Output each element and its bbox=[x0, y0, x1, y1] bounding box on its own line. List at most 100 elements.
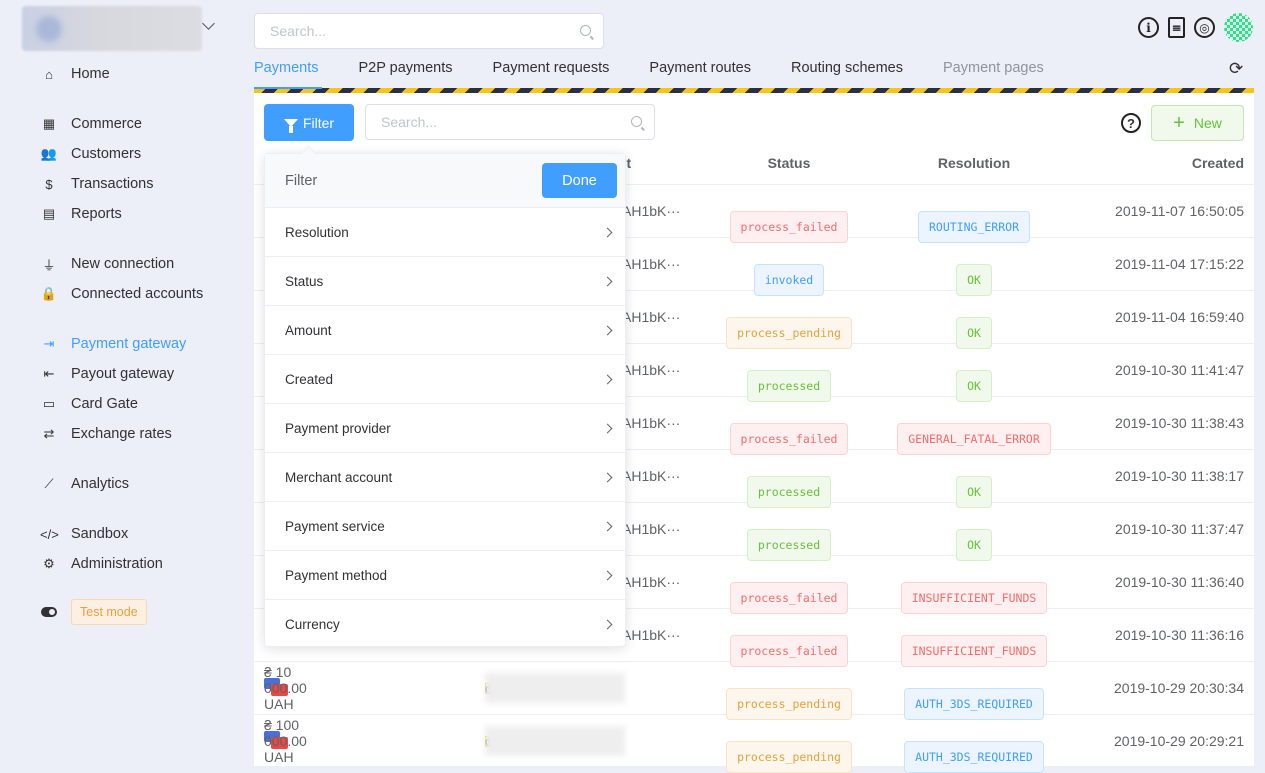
header-created: Created bbox=[1191, 155, 1244, 171]
plug-icon: ⏚ bbox=[42, 257, 56, 273]
filter-option-resolution[interactable]: Resolution bbox=[265, 208, 625, 257]
sidebar: ⌂ Home ▦ Commerce 👥 Customers $ Transactions ▤ Re… bbox=[0, 0, 240, 766]
chart-line-icon: ⟋ bbox=[44, 476, 54, 491]
done-button[interactable]: Done bbox=[542, 163, 617, 198]
account: AH1bK··· bbox=[622, 415, 681, 431]
account: AH1bK··· bbox=[622, 256, 681, 272]
search-icon bbox=[631, 116, 642, 127]
sidebar-item-exchange-rates[interactable]: ⇄ Exchange rates bbox=[40, 423, 172, 445]
new-button[interactable]: + New bbox=[1151, 105, 1244, 141]
filter-option-status[interactable]: Status bbox=[265, 257, 625, 306]
header-resolution: Resolution bbox=[937, 155, 1011, 171]
account-switcher[interactable] bbox=[22, 6, 202, 51]
sidebar-item-home[interactable]: ⌂ Home bbox=[40, 63, 110, 85]
dollar-icon: $ bbox=[45, 176, 53, 192]
info-icon[interactable]: i bbox=[1138, 17, 1159, 38]
sidebar-item-administration[interactable]: ⚙ Administration bbox=[40, 553, 163, 575]
created-date: 2019-11-04 16:59:40 bbox=[1115, 309, 1244, 325]
filter-option-payment-provider[interactable]: Payment provider bbox=[265, 404, 625, 453]
test-mode-toggle[interactable] bbox=[41, 607, 57, 617]
global-search-input[interactable]: Search... bbox=[254, 13, 604, 49]
status-badge: process_pending bbox=[726, 741, 852, 773]
created-date: 2019-10-30 11:36:16 bbox=[1115, 627, 1244, 643]
sidebar-item-commerce[interactable]: ▦ Commerce bbox=[40, 113, 142, 135]
redacted-text bbox=[485, 726, 625, 756]
plus-icon: + bbox=[1173, 111, 1185, 134]
account: AH1bK··· bbox=[622, 627, 681, 643]
search-icon bbox=[580, 25, 591, 36]
lifebuoy-icon[interactable]: ◎ bbox=[1194, 17, 1215, 38]
sidebar-item-analytics[interactable]: ⟋ Analytics bbox=[40, 473, 129, 495]
chevron-right-icon bbox=[602, 521, 613, 531]
filter-option-amount[interactable]: Amount bbox=[265, 306, 625, 355]
book-icon[interactable]: ≡ bbox=[1168, 17, 1185, 38]
users-icon: 👥 bbox=[40, 146, 58, 161]
amount: ₴ 100 000.00 UAH bbox=[264, 717, 307, 765]
sidebar-item-card-gate[interactable]: ▭ Card Gate bbox=[40, 393, 138, 415]
account: AH1bK··· bbox=[622, 521, 681, 537]
avatar[interactable] bbox=[1224, 13, 1253, 42]
tab-payment-requests[interactable]: Payment requests bbox=[493, 60, 610, 82]
refresh-icon[interactable]: ⟳ bbox=[1229, 59, 1243, 79]
tab-p2p-payments[interactable]: P2P payments bbox=[358, 60, 452, 82]
filter-title: Filter bbox=[285, 172, 318, 189]
chevron-down-icon[interactable] bbox=[202, 17, 215, 30]
account: AH1bK··· bbox=[622, 203, 681, 219]
sidebar-item-transactions[interactable]: $ Transactions bbox=[40, 173, 153, 195]
filter-option-merchant-account[interactable]: Merchant account bbox=[265, 453, 625, 502]
account: AH1bK··· bbox=[622, 362, 681, 378]
filter-option-payment-method[interactable]: Payment method bbox=[265, 551, 625, 600]
chevron-right-icon bbox=[602, 227, 613, 237]
resolution-badge: AUTH_3DS_REQUIRED bbox=[904, 741, 1044, 773]
help-icon[interactable]: ? bbox=[1121, 113, 1141, 133]
sign-out-icon: ⇤ bbox=[43, 366, 55, 381]
chevron-right-icon bbox=[602, 619, 613, 630]
sign-in-icon: ⇥ bbox=[43, 336, 55, 351]
home-icon: ⌂ bbox=[45, 66, 53, 82]
table-row[interactable]: ₴ 10 000.00 UAH gateorg_ process_pending… bbox=[254, 662, 1254, 720]
filter-option-created[interactable]: Created bbox=[265, 355, 625, 404]
created-date: 2019-11-07 16:50:05 bbox=[1115, 203, 1244, 219]
filter-icon bbox=[283, 118, 298, 133]
test-mode-badge: Test mode bbox=[71, 599, 147, 625]
tab-routing-schemes[interactable]: Routing schemes bbox=[791, 60, 903, 82]
created-date: 2019-10-30 11:38:43 bbox=[1115, 415, 1244, 431]
credit-card-icon: ▭ bbox=[42, 396, 56, 411]
created-date: 2019-10-30 11:38:17 bbox=[1115, 468, 1244, 484]
sidebar-item-customers[interactable]: 👥 Customers bbox=[40, 143, 141, 165]
tab-payment-pages[interactable]: Payment pages bbox=[943, 60, 1044, 82]
sidebar-item-sandbox[interactable]: </> Sandbox bbox=[40, 523, 128, 545]
sidebar-item-new-connection[interactable]: ⏚ New connection bbox=[40, 253, 174, 275]
created-date: 2019-10-30 11:36:40 bbox=[1115, 574, 1244, 590]
account: AH1bK··· bbox=[622, 468, 681, 484]
chevron-right-icon bbox=[602, 374, 613, 384]
store-icon: ▦ bbox=[42, 116, 56, 131]
sidebar-item-payout-gateway[interactable]: ⇤ Payout gateway bbox=[40, 363, 175, 385]
tab-payments[interactable]: Payments bbox=[254, 60, 318, 82]
chevron-right-icon bbox=[602, 325, 613, 335]
sidebar-item-reports[interactable]: ▤ Reports bbox=[40, 203, 122, 225]
created-date: 2019-10-30 11:37:47 bbox=[1115, 521, 1244, 537]
created-date: 2019-11-04 17:15:22 bbox=[1115, 256, 1244, 272]
header-status: Status bbox=[767, 155, 811, 171]
chevron-right-icon bbox=[602, 570, 613, 580]
file-icon: ▤ bbox=[42, 206, 56, 221]
filter-option-payment-service[interactable]: Payment service bbox=[265, 502, 625, 551]
account: AH1bK··· bbox=[622, 574, 681, 590]
table-row[interactable]: ₴ 100 000.00 UAH gateorg_ process_pendin… bbox=[254, 715, 1254, 773]
chevron-right-icon bbox=[602, 423, 613, 433]
filter-dropdown: Filter Done Resolution Status Amount Created… bbox=[264, 153, 626, 647]
exchange-icon: ⇄ bbox=[43, 426, 55, 441]
redacted-text bbox=[485, 673, 625, 703]
tabs: Payments P2P payments Payment requests Paym… bbox=[254, 60, 1084, 82]
sidebar-item-payment-gateway[interactable]: ⇥ Payment gateway bbox=[40, 333, 187, 355]
created-date: 2019-10-29 20:30:34 bbox=[1114, 680, 1244, 696]
account: AH1bK··· bbox=[622, 309, 681, 325]
filter-button[interactable]: Filter bbox=[264, 104, 354, 141]
payments-search-input[interactable]: Search... bbox=[365, 104, 655, 140]
chevron-right-icon bbox=[602, 276, 613, 286]
filter-option-currency[interactable]: Currency bbox=[265, 600, 625, 649]
tab-payment-routes[interactable]: Payment routes bbox=[649, 60, 751, 82]
created-date: 2019-10-30 11:41:47 bbox=[1115, 362, 1244, 378]
sidebar-item-connected-accounts[interactable]: 🔒 Connected accounts bbox=[40, 283, 203, 305]
